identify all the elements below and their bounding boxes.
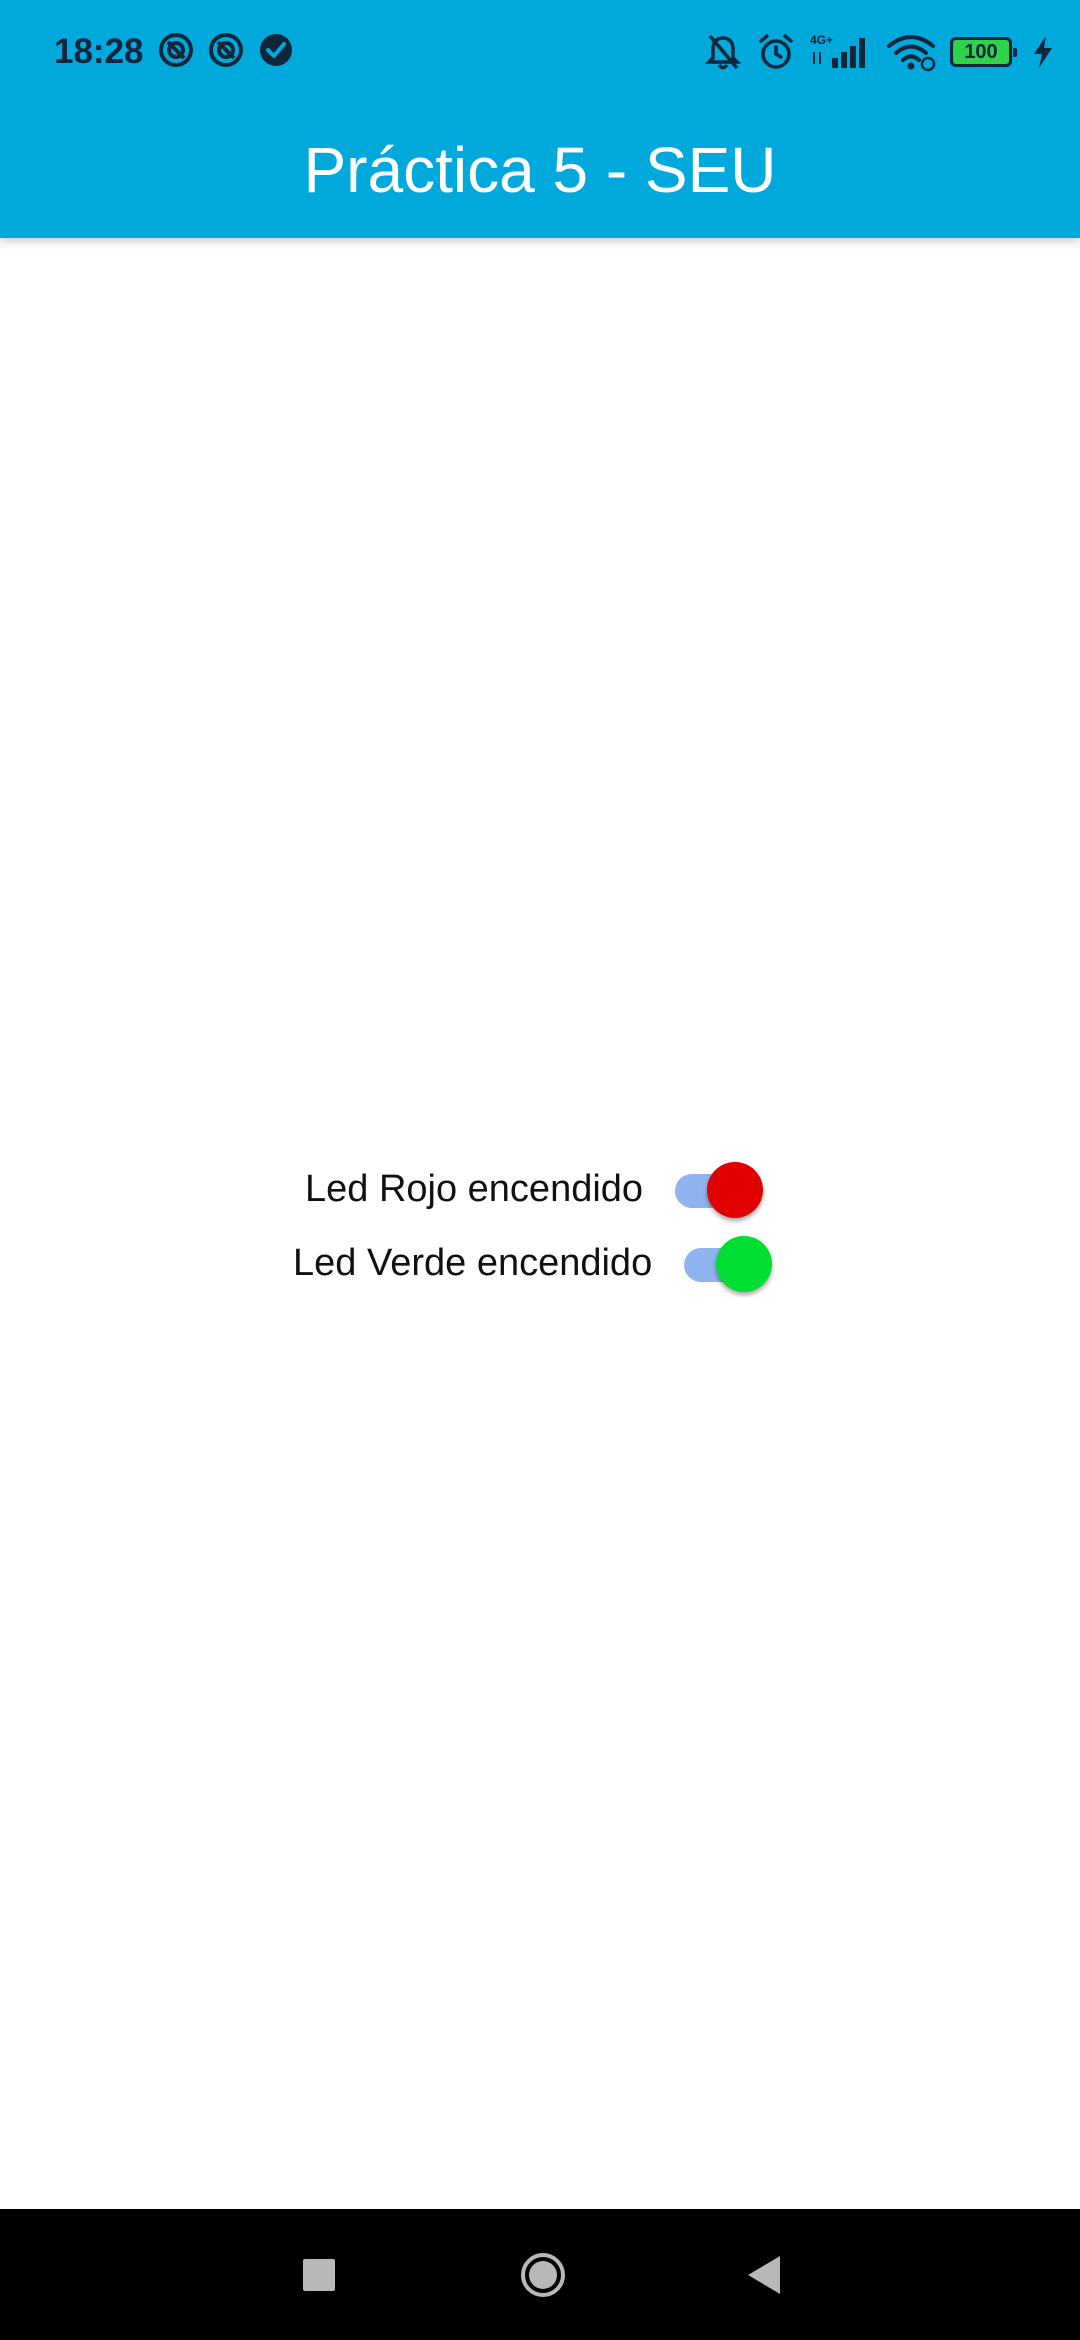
- status-time: 18:28: [54, 32, 144, 71]
- wifi-icon: [887, 35, 936, 72]
- app-bar: 18:28 4G+ 100 Práctica 5 - SEU: [0, 0, 1080, 238]
- green-led-label: Led Verde encendido: [293, 1242, 653, 1284]
- switch-row-red-led: Led Rojo encendido: [305, 1154, 764, 1224]
- mute-icon: [704, 34, 742, 70]
- red-led-switch[interactable]: [673, 1154, 764, 1224]
- charging-icon: [1034, 36, 1052, 68]
- network-type-label: 4G+: [810, 33, 833, 47]
- notification-app-icon: [159, 33, 193, 67]
- signal-4g-icon: 4G+: [810, 33, 865, 68]
- switch-thumb: [716, 1236, 773, 1292]
- green-led-switch[interactable]: [682, 1228, 773, 1298]
- back-button[interactable]: [704, 2209, 824, 2340]
- notification-app-icon: [209, 33, 243, 67]
- page-title: Práctica 5 - SEU: [303, 134, 777, 206]
- status-bar: 18:28 4G+ 100: [0, 0, 1080, 102]
- status-left-icons: [158, 32, 294, 72]
- battery-level: 100: [964, 41, 998, 63]
- battery-icon: 100: [950, 37, 1017, 67]
- status-right-icons: 4G+ 100: [704, 28, 1054, 76]
- alarm-icon: [759, 34, 793, 69]
- recents-icon: [303, 2258, 335, 2291]
- navigation-bar: [0, 2209, 1080, 2340]
- home-icon: [521, 2252, 565, 2297]
- switch-thumb: [707, 1162, 764, 1218]
- home-button[interactable]: [483, 2209, 603, 2340]
- switch-row-green-led: Led Verde encendido: [293, 1228, 773, 1298]
- red-led-label: Led Rojo encendido: [305, 1168, 644, 1210]
- back-icon: [748, 2255, 780, 2294]
- check-circle-icon: [260, 34, 292, 66]
- recents-button[interactable]: [259, 2209, 379, 2340]
